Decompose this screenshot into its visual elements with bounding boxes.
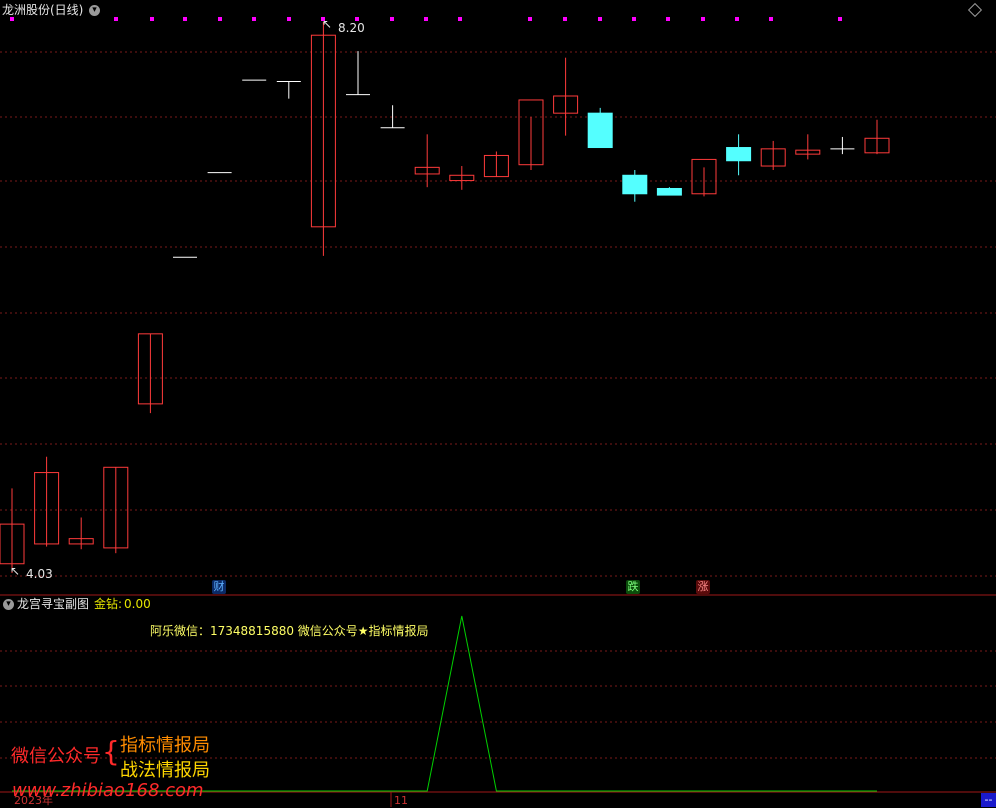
high-arrow-icon: ↖ (322, 17, 333, 31)
indicator-value: 0.00 (124, 597, 151, 611)
low-arrow-icon: ↖ (10, 564, 21, 578)
candlestick (346, 51, 370, 96)
candlestick (795, 134, 821, 160)
candlestick (553, 57, 579, 136)
subpanel-collapse-icon[interactable]: ▾ (3, 599, 14, 610)
top-marker-dot (252, 17, 256, 21)
date-axis-year: 2023年 (14, 794, 53, 807)
event-marker-up[interactable]: 涨 (696, 580, 710, 594)
top-marker-dot (769, 17, 773, 21)
candlestick (137, 333, 163, 414)
candlestick (830, 136, 855, 155)
candlestick (0, 488, 25, 573)
top-marker-dot (287, 17, 291, 21)
event-marker-finance[interactable]: 财 (212, 580, 226, 594)
candlestick (414, 134, 440, 188)
top-marker-dot (458, 17, 462, 21)
date-axis-month: 11 (394, 794, 408, 807)
date-axis-end: -- (981, 793, 996, 807)
top-marker-dot (528, 17, 532, 21)
candlestick (622, 169, 648, 202)
top-marker-dot (666, 17, 670, 21)
candlestick (380, 105, 405, 129)
candle-body (656, 187, 682, 196)
top-marker-dot (390, 17, 394, 21)
main-price-panel[interactable] (0, 0, 996, 596)
candlestick (760, 140, 786, 170)
top-marker-dot (424, 17, 428, 21)
top-marker-dot (114, 17, 118, 21)
candlestick (68, 517, 94, 550)
low-price-label: 4.03 (26, 567, 53, 581)
top-marker-dot (150, 17, 154, 21)
candlestick (656, 187, 682, 196)
event-marker-down[interactable]: 跌 (626, 580, 640, 594)
top-marker-dot (701, 17, 705, 21)
top-marker-dot (563, 17, 567, 21)
watermark-line2: 战法情报局 (120, 760, 210, 781)
top-marker-dot (598, 17, 602, 21)
indicator-label: 金钻: (94, 597, 123, 611)
top-marker-dot (183, 17, 187, 21)
candle-body (726, 147, 752, 162)
candlestick (726, 134, 752, 176)
candlestick (518, 99, 544, 170)
candlestick (691, 158, 717, 197)
high-price-label: 8.20 (338, 21, 365, 35)
top-marker-dot (735, 17, 739, 21)
candlestick (276, 80, 301, 99)
notice-text: 阿乐微信：17348815880 微信公众号★指标情报局 (150, 624, 429, 638)
watermark-left-text: 微信公众号 (11, 746, 101, 767)
stock-chart-window: 龙洲股份(日线) ▾ 8.20 ↖ 4.03 ↖ 财 跌 涨 ▾ 龙宫寻宝副图 … (0, 0, 996, 807)
watermark-brace-icon: { (102, 735, 120, 768)
candlestick (587, 107, 613, 149)
chart-title: 龙洲股份(日线) (2, 3, 84, 17)
candlestick (310, 22, 336, 256)
candlestick (483, 151, 509, 178)
watermark-line1: 指标情报局 (120, 735, 210, 756)
top-marker-dot (10, 17, 14, 21)
candlestick (34, 456, 60, 547)
top-marker-dot (632, 17, 636, 21)
candle-body (622, 174, 648, 195)
candlestick (449, 166, 475, 190)
subpanel-title: 龙宫寻宝副图 (17, 597, 90, 611)
candle-body (587, 112, 613, 149)
candlestick (103, 466, 129, 554)
top-marker-dot (838, 17, 842, 21)
collapse-icon[interactable]: ▾ (89, 5, 100, 16)
candlestick (864, 119, 890, 155)
top-marker-dot (218, 17, 222, 21)
